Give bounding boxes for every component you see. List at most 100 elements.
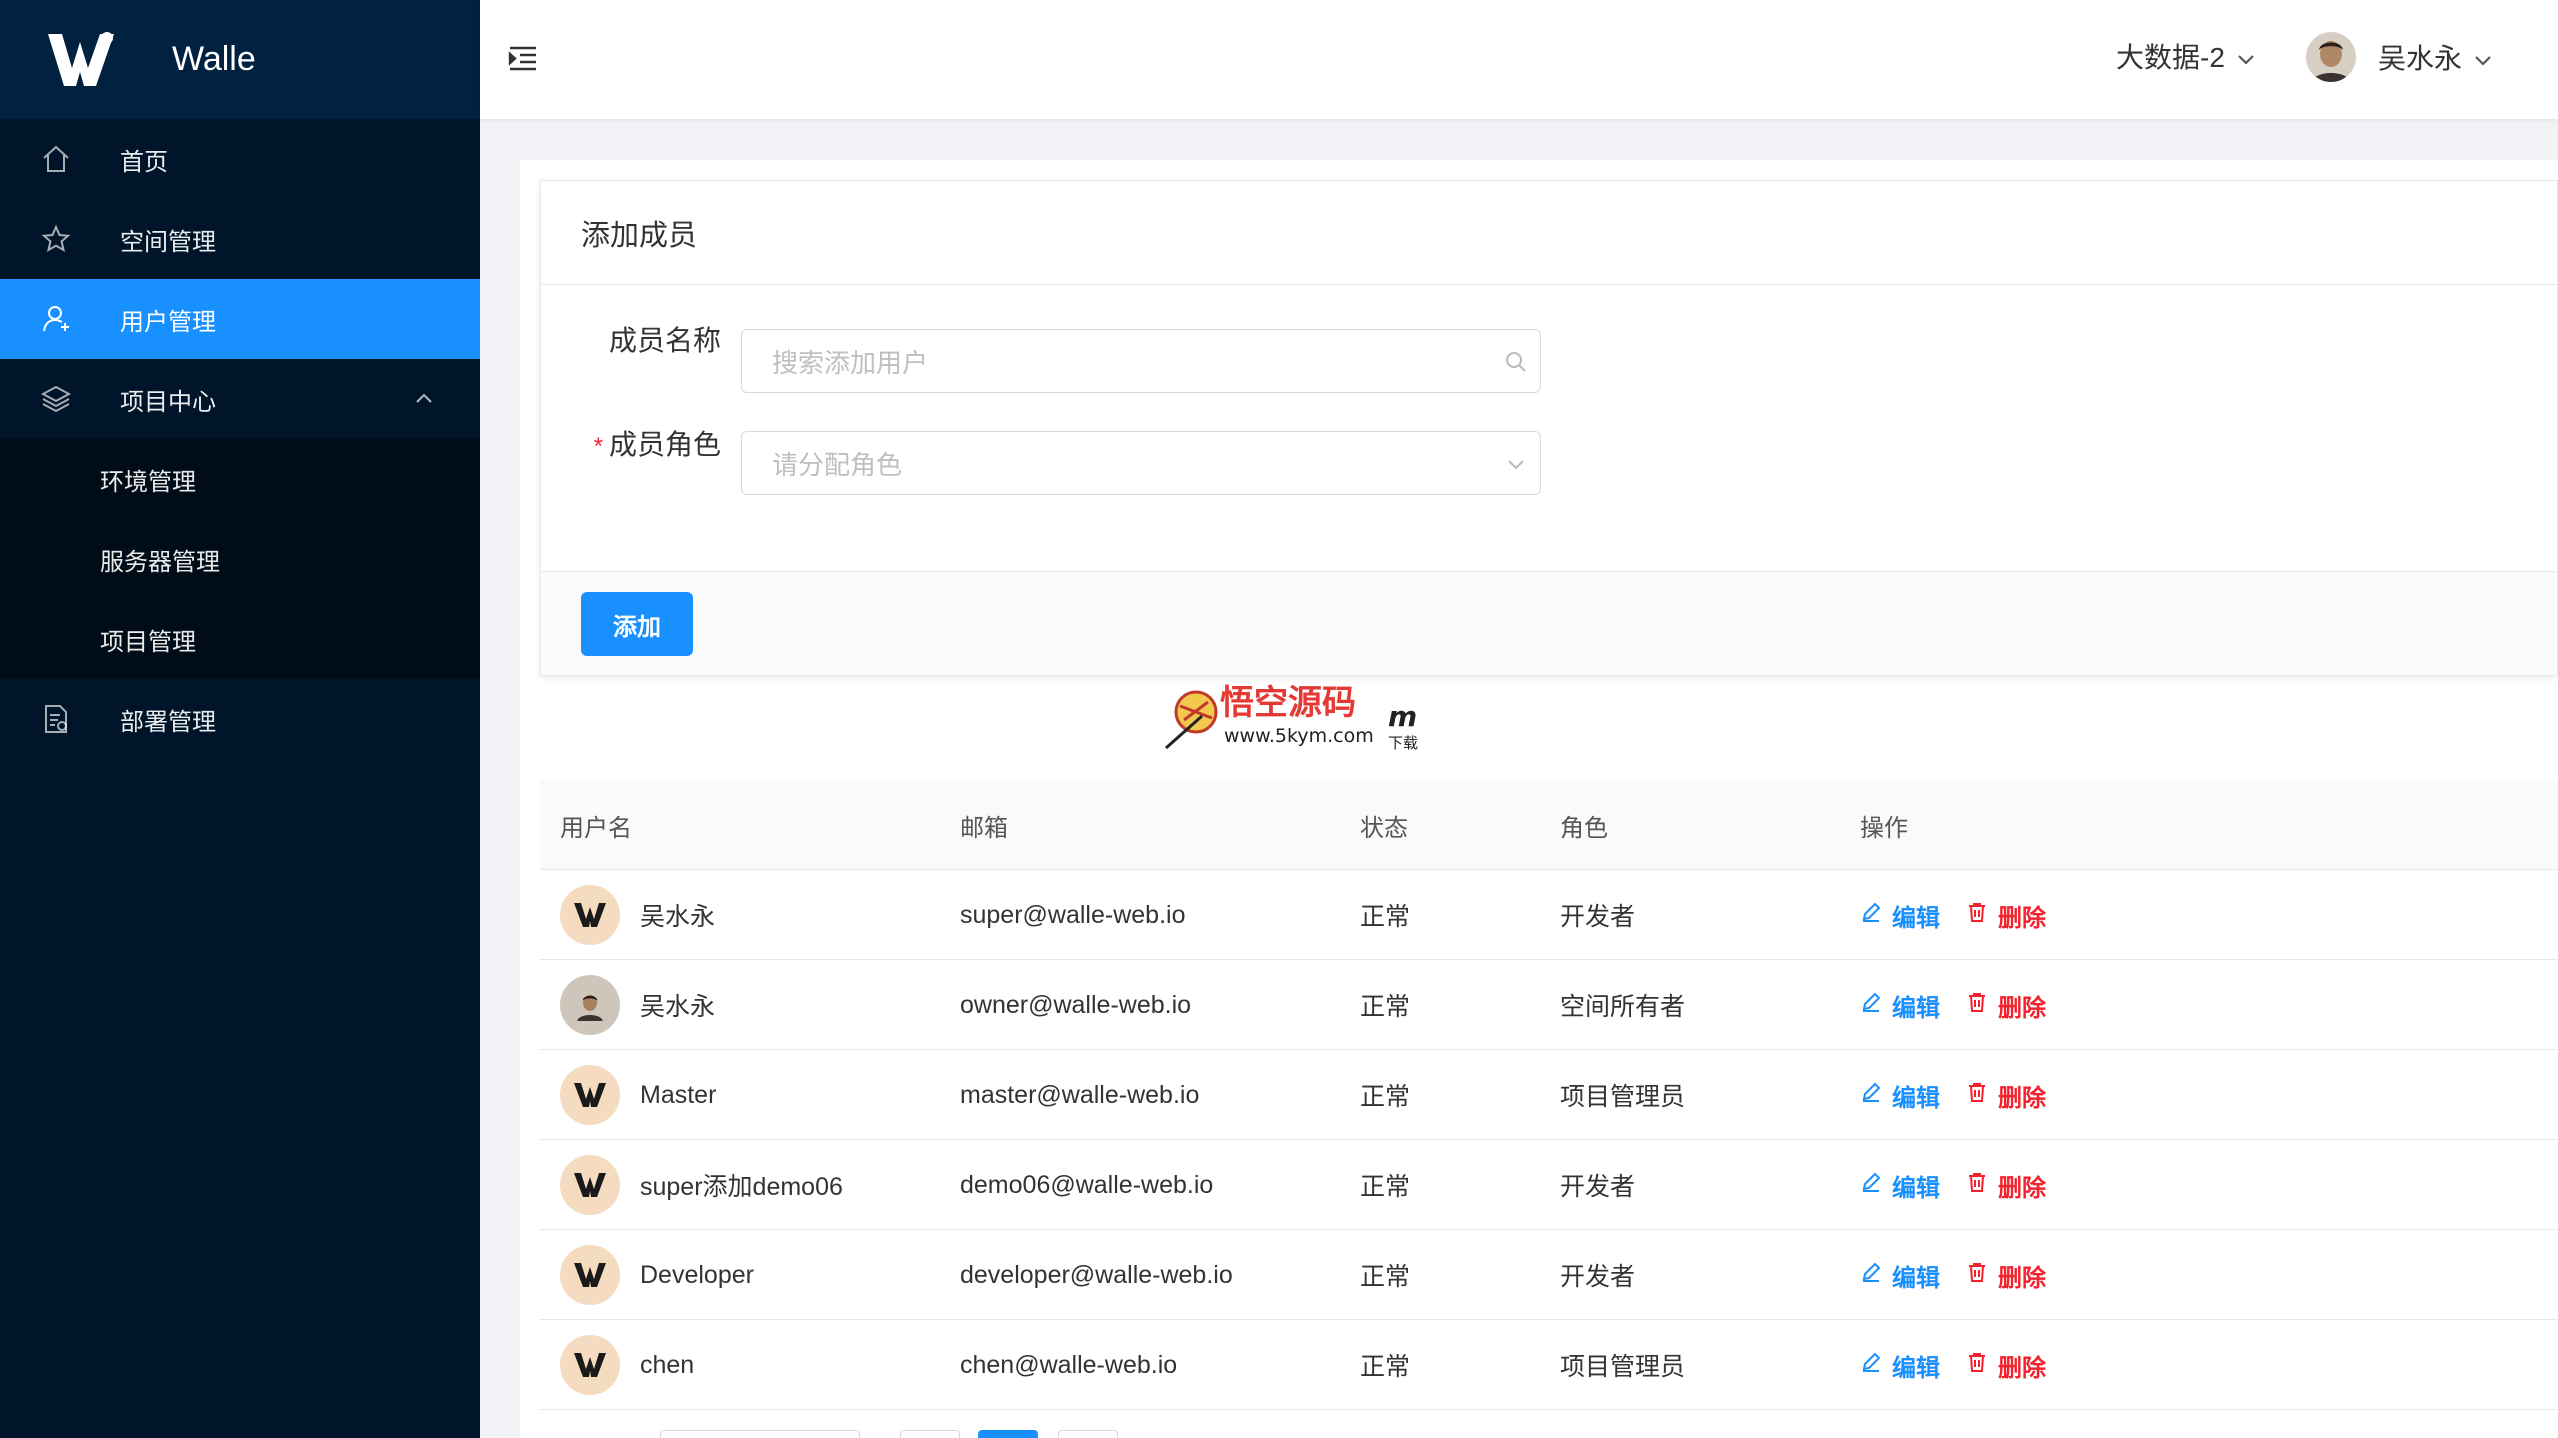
delete-label: 删除 <box>1998 1354 2046 1382</box>
username: 吴水永 <box>640 993 716 1021</box>
svg-text:m: m <box>1388 700 1417 733</box>
trash-icon <box>1966 901 1998 930</box>
sidebar-item-deploy[interactable]: 部署管理 <box>0 679 480 759</box>
chevron-down-icon <box>2472 46 2494 68</box>
walle-logo-icon <box>48 31 114 86</box>
delete-label: 删除 <box>1998 1174 2046 1202</box>
email-cell: chen@walle-web.io <box>960 1350 1178 1379</box>
members-table: 用户名 邮箱 状态 角色 操作 吴水永 super@walle-web.io 正常开… <box>540 780 2558 1410</box>
member-search-placeholder: 搜索添加用户 <box>772 347 929 378</box>
page-size-select[interactable] <box>660 1430 860 1438</box>
table-row: Developer developer@walle-web.io 正常 开发者 编辑 删除 <box>540 1230 2558 1320</box>
delete-button[interactable]: 删除 <box>1966 1348 2046 1383</box>
top-header: 大数据-2 吴水永 <box>480 0 2558 119</box>
avatar <box>560 1245 620 1305</box>
table-row: 吴水永 super@walle-web.io 正常 开发者 编辑 删除 <box>540 870 2558 960</box>
delete-button[interactable]: 删除 <box>1966 898 2046 933</box>
column-header-username: 用户名 <box>560 814 632 842</box>
email-cell: master@walle-web.io <box>960 1080 1200 1109</box>
username: 吴水永 <box>640 903 716 931</box>
role-cell: 开发者 <box>1560 1263 1636 1291</box>
pagination-current[interactable] <box>978 1430 1038 1438</box>
status-cell: 正常 <box>1360 1173 1411 1201</box>
edit-icon <box>1860 1351 1892 1380</box>
menu-fold-icon[interactable] <box>506 42 542 78</box>
edit-button[interactable]: 编辑 <box>1860 898 1940 933</box>
pagination-prev[interactable] <box>900 1430 960 1438</box>
sidebar-item-label: 首页 <box>120 148 168 176</box>
search-icon <box>1504 350 1528 374</box>
table-row: Master master@walle-web.io 正常 项目管理员 编辑 删除 <box>540 1050 2558 1140</box>
delete-label: 删除 <box>1998 1264 2046 1292</box>
user-name: 吴水永 <box>2378 43 2463 74</box>
member-search-input[interactable]: 搜索添加用户 <box>741 329 1541 393</box>
table-header: 用户名 邮箱 状态 角色 操作 <box>540 780 2558 870</box>
delete-button[interactable]: 删除 <box>1966 988 2046 1023</box>
trash-icon <box>1966 991 1998 1020</box>
member-role-label: * 成员角色 <box>541 423 721 463</box>
sidebar-item-users[interactable]: 用户管理 <box>0 279 480 359</box>
delete-label: 删除 <box>1998 1084 2046 1112</box>
username-cell: chen <box>560 1320 694 1410</box>
avatar <box>560 975 620 1035</box>
space-dropdown[interactable]: 大数据-2 <box>2116 36 2257 76</box>
document-icon <box>38 701 74 737</box>
email-cell: developer@walle-web.io <box>960 1260 1233 1289</box>
member-role-placeholder: 请分配角色 <box>772 449 903 480</box>
member-name-label: 成员名称 <box>608 325 721 356</box>
delete-label: 删除 <box>1998 994 2046 1022</box>
sidebar-item-label: 服务器管理 <box>100 548 220 576</box>
username: chen <box>640 1350 695 1379</box>
edit-button[interactable]: 编辑 <box>1860 1078 1940 1113</box>
avatar <box>560 1335 620 1395</box>
sidebar-item-environments[interactable]: 环境管理 <box>0 439 480 519</box>
status-cell: 正常 <box>1360 993 1411 1021</box>
card-title: 添加成员 <box>541 181 2557 285</box>
member-role-row: * 成员角色 <box>541 423 721 463</box>
status-cell: 正常 <box>1360 1083 1411 1111</box>
pagination-next[interactable] <box>1058 1430 1118 1438</box>
username-cell: Developer <box>560 1230 754 1320</box>
space-label: 大数据-2 <box>2116 42 2225 73</box>
role-cell: 项目管理员 <box>1560 1353 1686 1381</box>
role-cell: 开发者 <box>1560 1173 1636 1201</box>
email-cell: super@walle-web.io <box>960 900 1186 929</box>
username-cell: 吴水永 <box>560 870 715 960</box>
add-button[interactable]: 添加 <box>581 592 693 656</box>
member-name-row: 成员名称 <box>541 319 721 359</box>
edit-label: 编辑 <box>1892 904 1940 932</box>
svg-text:www.5kym.com: www.5kym.com <box>1224 725 1374 747</box>
watermark-logo: 悟空源码 www.5kym.com m 下载 <box>1162 676 1422 756</box>
sidebar-item-home[interactable]: 首页 <box>0 119 480 199</box>
sidebar-item-projects[interactable]: 项目管理 <box>0 599 480 679</box>
sidebar-item-servers[interactable]: 服务器管理 <box>0 519 480 599</box>
logo-bar[interactable]: Walle <box>0 0 480 119</box>
sidebar-item-project-center[interactable]: 项目中心 <box>0 359 480 439</box>
sidebar-item-space[interactable]: 空间管理 <box>0 199 480 279</box>
role-cell: 项目管理员 <box>1560 1083 1686 1111</box>
username-cell: Master <box>560 1050 716 1140</box>
required-mark: * <box>593 433 603 460</box>
delete-button[interactable]: 删除 <box>1966 1168 2046 1203</box>
actions-cell: 编辑 删除 <box>1860 1320 2072 1410</box>
svg-text:下载: 下载 <box>1388 734 1418 752</box>
edit-label: 编辑 <box>1892 1084 1940 1112</box>
edit-label: 编辑 <box>1892 994 1940 1022</box>
chevron-down-icon <box>2235 45 2257 67</box>
edit-button[interactable]: 编辑 <box>1860 1168 1940 1203</box>
table-body: 吴水永 super@walle-web.io 正常 开发者 编辑 删除 吴水永 owner@w… <box>540 870 2558 1410</box>
edit-button[interactable]: 编辑 <box>1860 1348 1940 1383</box>
edit-button[interactable]: 编辑 <box>1860 988 1940 1023</box>
edit-button[interactable]: 编辑 <box>1860 1258 1940 1293</box>
edit-icon <box>1860 901 1892 930</box>
user-dropdown[interactable]: 吴水永 <box>2306 32 2494 82</box>
delete-button[interactable]: 删除 <box>1966 1078 2046 1113</box>
member-role-select[interactable]: 请分配角色 <box>741 431 1541 495</box>
username: super添加demo06 <box>640 1173 843 1201</box>
delete-button[interactable]: 删除 <box>1966 1258 2046 1293</box>
chevron-down-icon <box>1504 452 1528 476</box>
edit-icon <box>1860 991 1892 1020</box>
layers-icon <box>38 381 74 417</box>
sidebar-item-label: 环境管理 <box>100 468 196 496</box>
table-row: chen chen@walle-web.io 正常 项目管理员 编辑 删除 <box>540 1320 2558 1410</box>
